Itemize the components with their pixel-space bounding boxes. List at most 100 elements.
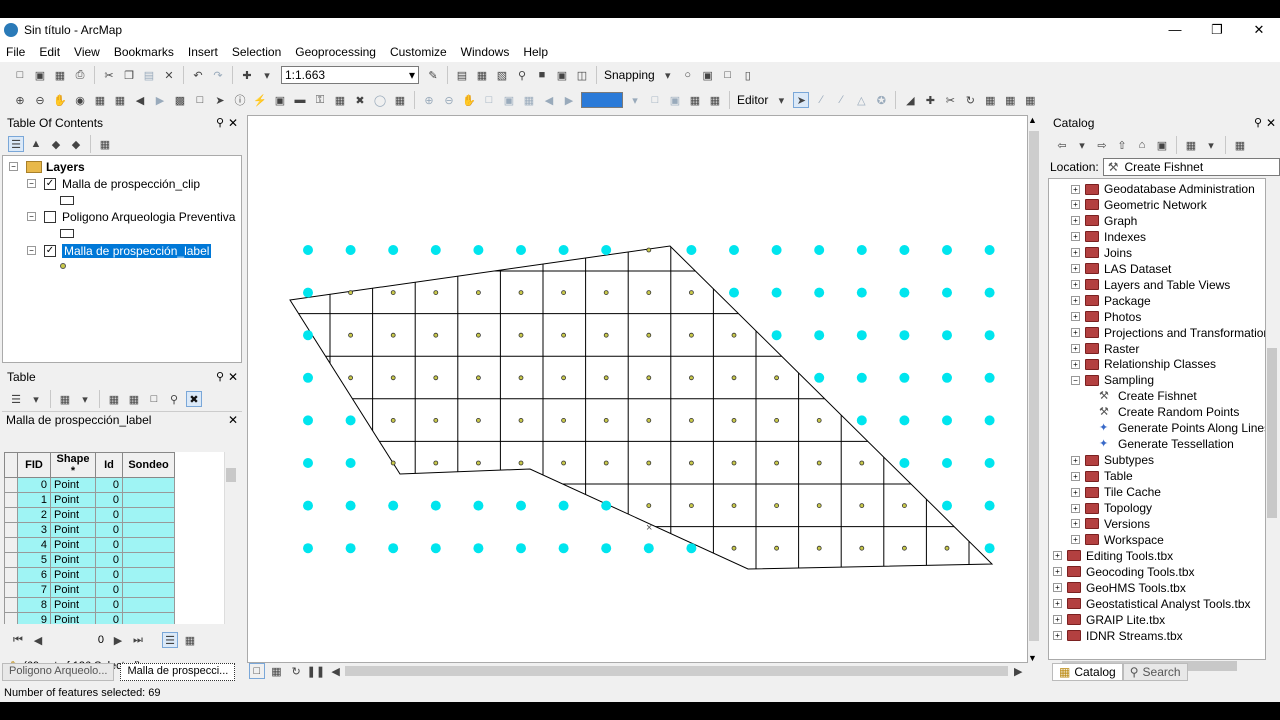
label-point[interactable] <box>603 460 609 466</box>
label-point[interactable] <box>348 375 353 381</box>
edit-tool-icon[interactable]: ➤ <box>793 92 810 108</box>
table-cell[interactable]: Point <box>50 477 96 493</box>
catalog-item[interactable]: + Graph <box>1071 213 1137 229</box>
layout-view-icon[interactable]: ▦ <box>269 663 285 679</box>
catalog-item[interactable]: + Relationship Classes <box>1071 356 1216 372</box>
find-icon[interactable]: ⚿ <box>312 92 328 108</box>
selected-point[interactable] <box>771 287 782 298</box>
table-cell[interactable]: Point <box>50 492 96 508</box>
table-cell[interactable] <box>122 552 175 568</box>
table-row[interactable]: 2 Point 0 <box>4 507 175 523</box>
expand-icon[interactable]: + <box>1053 615 1062 625</box>
layer-visibility-checkbox[interactable] <box>44 210 56 223</box>
selected-point[interactable] <box>558 245 569 255</box>
table-cell[interactable]: 0 <box>95 477 123 493</box>
label-point[interactable] <box>731 545 737 551</box>
editor-menu[interactable]: Editor <box>737 93 768 107</box>
collapse-icon[interactable]: − <box>27 179 36 188</box>
pin-icon[interactable]: ⚲ <box>216 114 224 132</box>
label-point[interactable] <box>816 503 822 509</box>
full-extent-icon[interactable]: ◉ <box>72 92 88 108</box>
expand-icon[interactable]: + <box>1053 567 1062 577</box>
label-point[interactable] <box>859 460 865 466</box>
selected-point[interactable] <box>856 330 867 341</box>
catalog-item[interactable]: + IDNR Streams.tbx <box>1053 628 1183 644</box>
close-button[interactable]: ✕ <box>1238 18 1280 42</box>
menu-customize[interactable]: Customize <box>390 45 447 59</box>
map-vertical-scrollbar[interactable]: ▲ ▼ <box>1028 115 1040 663</box>
row-selector[interactable] <box>4 507 18 523</box>
column-header-fid[interactable]: FID <box>17 452 51 478</box>
expand-icon[interactable]: + <box>1071 359 1080 369</box>
data-view-icon[interactable]: □ <box>249 663 265 679</box>
selected-point[interactable] <box>345 500 356 511</box>
label-point[interactable] <box>816 460 822 466</box>
selected-point[interactable] <box>686 245 697 255</box>
table-cell[interactable] <box>122 582 175 598</box>
expand-icon[interactable]: + <box>1071 216 1080 226</box>
label-point[interactable] <box>603 417 609 423</box>
data-driven-pages-icon[interactable]: ▦ <box>707 92 723 108</box>
selected-point[interactable] <box>303 287 313 298</box>
label-point[interactable] <box>859 503 865 509</box>
table-vertical-scrollbar[interactable] <box>224 452 236 624</box>
add-data-dropdown-icon[interactable]: ▾ <box>259 67 275 83</box>
label-point[interactable] <box>475 290 481 296</box>
selected-point[interactable] <box>814 372 825 383</box>
label-point[interactable] <box>390 417 396 423</box>
selected-point[interactable] <box>303 458 313 468</box>
catalog-item[interactable]: + Geometric Network <box>1071 197 1207 213</box>
label-point[interactable] <box>646 375 652 381</box>
table-cell[interactable]: Point <box>50 537 96 553</box>
redo-icon[interactable]: ↷ <box>210 67 226 83</box>
tab-catalog[interactable]: ▦ Catalog <box>1052 663 1123 681</box>
label-point[interactable] <box>390 332 396 338</box>
layout-zoom-icon[interactable]: ⊕ <box>421 92 437 108</box>
table-cell[interactable] <box>122 522 175 538</box>
table-cell[interactable] <box>122 612 175 624</box>
zoom-to-selected-icon[interactable]: ⚲ <box>166 391 182 407</box>
selected-point[interactable] <box>516 500 526 511</box>
label-point[interactable] <box>561 375 567 381</box>
label-point[interactable] <box>518 417 524 423</box>
selected-point[interactable] <box>942 372 952 383</box>
last-record-icon[interactable]: ⏭ <box>130 632 146 648</box>
catalog-item[interactable]: + Editing Tools.tbx <box>1053 548 1173 564</box>
polygon-symbol[interactable] <box>60 229 74 238</box>
label-point[interactable] <box>561 332 567 338</box>
label-point[interactable] <box>859 545 865 551</box>
view-options-icon[interactable]: ▦ <box>1183 137 1199 153</box>
catalog-item[interactable]: + GRAIP Lite.tbx <box>1053 612 1165 628</box>
label-point[interactable] <box>816 545 822 551</box>
record-number-input[interactable]: 0 <box>48 634 108 646</box>
label-point[interactable] <box>774 375 779 381</box>
clear-selection-icon[interactable]: □ <box>146 391 162 407</box>
tab-poligono[interactable]: Poligono Arqueolo... <box>2 663 115 681</box>
selected-point[interactable] <box>430 543 441 554</box>
pause-drawing-icon[interactable]: ❚❚ <box>307 663 325 679</box>
expand-icon[interactable]: + <box>1071 487 1080 497</box>
edge-snapping-icon[interactable]: ▯ <box>740 67 756 83</box>
selected-point[interactable] <box>899 245 910 255</box>
identify-icon[interactable]: ⓘ <box>232 92 248 108</box>
selected-point[interactable] <box>856 415 867 426</box>
catalog-item[interactable]: + Package <box>1071 293 1151 309</box>
table-cell[interactable]: Point <box>50 612 96 624</box>
tab-search[interactable]: ⚲ Search <box>1122 663 1188 681</box>
first-record-icon[interactable]: ⏮ <box>10 632 26 648</box>
previous-record-icon[interactable]: ◀ <box>30 632 46 648</box>
expand-icon[interactable]: + <box>1071 232 1080 242</box>
hyperlink-icon[interactable]: ⚡ <box>252 92 268 108</box>
label-point[interactable] <box>731 417 737 423</box>
selected-point[interactable] <box>814 287 825 298</box>
selected-point[interactable] <box>345 415 356 426</box>
label-point[interactable] <box>433 332 439 338</box>
selected-point[interactable] <box>516 245 526 255</box>
selected-point[interactable] <box>942 458 952 468</box>
table-cell[interactable]: Point <box>50 522 96 538</box>
table-cell[interactable]: Point <box>50 582 96 598</box>
selected-point[interactable] <box>558 543 569 554</box>
zoom-out-icon[interactable]: ⊖ <box>32 92 48 108</box>
table-cell[interactable]: 5 <box>17 552 51 568</box>
pan-icon[interactable]: ✋ <box>52 92 68 108</box>
